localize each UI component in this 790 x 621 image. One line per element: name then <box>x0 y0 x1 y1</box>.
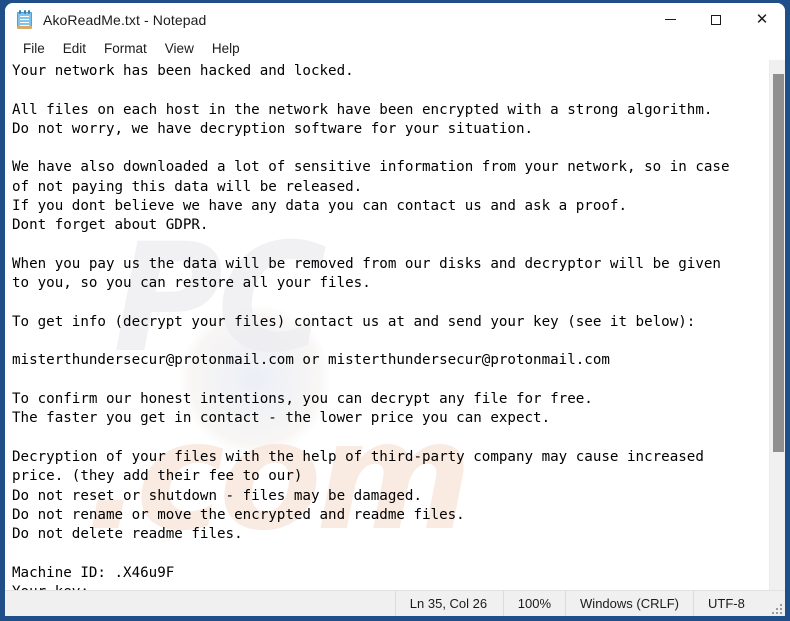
notepad-icon <box>16 10 33 29</box>
notepad-window: AkoReadMe.txt - Notepad ✕ File Edit Form… <box>0 0 790 621</box>
menu-item-view[interactable]: View <box>156 39 203 58</box>
status-line-ending[interactable]: Windows (CRLF) <box>565 590 693 616</box>
minimize-button[interactable] <box>647 3 693 36</box>
window-title: AkoReadMe.txt - Notepad <box>43 11 207 28</box>
menu-item-file[interactable]: File <box>14 39 54 58</box>
editor-area: PC .com Your network has been hacked and… <box>5 60 785 590</box>
resize-grip-icon[interactable] <box>770 602 782 614</box>
scrollbar-thumb[interactable] <box>773 74 784 452</box>
window-controls: ✕ <box>647 3 785 36</box>
title-bar[interactable]: AkoReadMe.txt - Notepad ✕ <box>5 3 785 36</box>
status-cursor-position[interactable]: Ln 35, Col 26 <box>394 590 503 616</box>
maximize-button[interactable] <box>693 3 739 36</box>
window-inner: AkoReadMe.txt - Notepad ✕ File Edit Form… <box>5 3 785 616</box>
menu-item-edit[interactable]: Edit <box>54 39 95 58</box>
close-icon: ✕ <box>755 10 769 28</box>
menu-bar: File Edit Format View Help <box>5 36 785 60</box>
text-editor[interactable]: Your network has been hacked and locked.… <box>5 60 785 590</box>
menu-item-help[interactable]: Help <box>203 39 249 58</box>
vertical-scrollbar[interactable] <box>769 60 785 590</box>
status-zoom-level[interactable]: 100% <box>502 590 565 616</box>
close-button[interactable]: ✕ <box>739 3 785 36</box>
status-bar: Ln 35, Col 26 100% Windows (CRLF) UTF-8 <box>5 590 785 616</box>
menu-item-format[interactable]: Format <box>95 39 156 58</box>
